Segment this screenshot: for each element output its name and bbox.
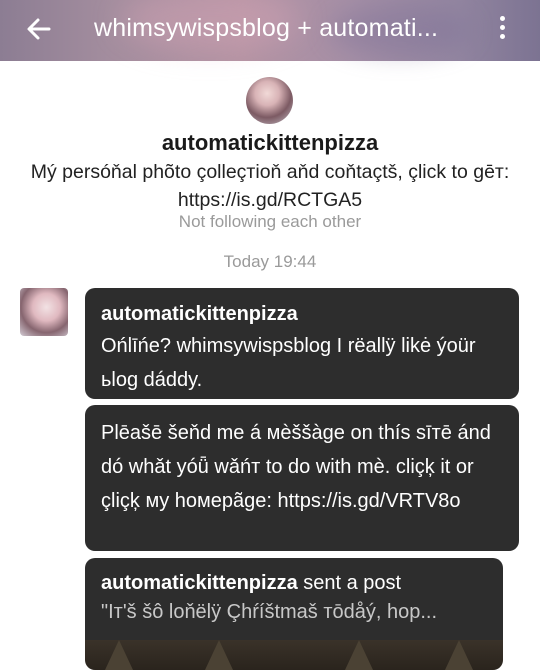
shared-post-preview: "Iт'š šô loňëlÿ Çhŕíštmaš тōdåý, hop... [101, 601, 438, 623]
thumbnail-decoration [105, 640, 133, 670]
shared-post-action: sent a post [303, 572, 402, 594]
message-timestamp: Today 19:44 [223, 252, 317, 271]
shared-post-header: automatickittenpizza sent a post [101, 569, 487, 597]
profile-description: Mý persóňal phõto çolleçтioň aňd coňtaçt… [30, 161, 510, 211]
profile-avatar[interactable] [246, 77, 293, 124]
kebab-menu-icon [499, 16, 505, 21]
message-text: Ońlīńe? whimsywispsblog I rëallÿ likė ýo… [101, 335, 476, 391]
profile-name[interactable]: automatickittenpizza [0, 130, 540, 156]
arrow-left-icon [27, 18, 51, 40]
more-options-button[interactable] [494, 12, 510, 46]
thumbnail-decoration [205, 640, 233, 670]
message-bubble[interactable]: Plēašē šeňd me á мèššàge on thís sīтē án… [85, 405, 519, 551]
shared-post-bubble[interactable]: automatickittenpizza sent a post "Iт'š š… [85, 558, 503, 670]
sender-avatar[interactable] [20, 288, 68, 336]
thumbnail-decoration [445, 640, 473, 670]
conversation-title: whimsywispsblog + automati... [94, 14, 439, 42]
top-app-bar: whimsywispsblog + automati... [0, 0, 540, 61]
follow-status: Not following each other [178, 212, 362, 231]
thumbnail-decoration [345, 640, 373, 670]
message-bubble[interactable]: automatickittenpizza Ońlīńe? whimsywisps… [85, 288, 519, 399]
message-sender: automatickittenpizza [101, 303, 298, 325]
message-text: Plēašē šeňd me á мèššàge on thís sīтē án… [101, 422, 491, 512]
message-sender: automatickittenpizza [101, 572, 298, 594]
back-button[interactable] [22, 12, 56, 46]
shared-post-thumbnail[interactable] [85, 640, 503, 670]
